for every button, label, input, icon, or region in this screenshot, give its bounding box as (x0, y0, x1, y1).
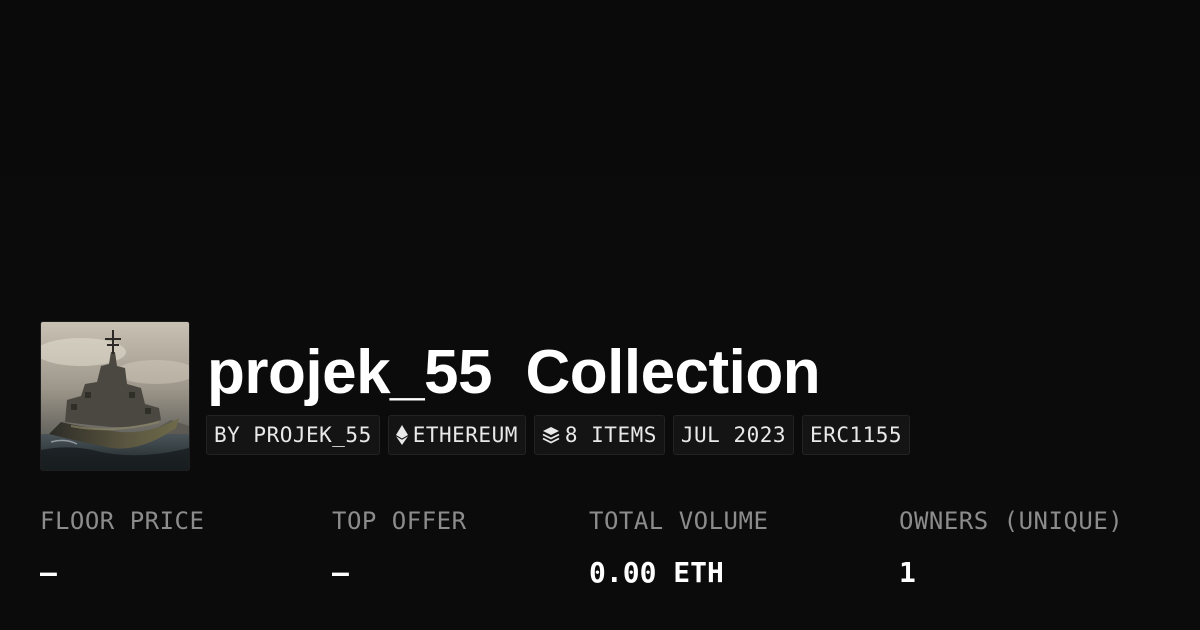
stat-label: FLOOR PRICE (40, 507, 205, 535)
date-label: JUL 2023 (680, 423, 787, 447)
stat-owners-unique: OWNERS (UNIQUE) 1 (899, 503, 1123, 593)
date-chip: JUL 2023 (672, 415, 795, 455)
chain-label: ETHEREUM (412, 423, 518, 447)
stat-label: TOTAL VOLUME (589, 507, 769, 535)
collection-avatar[interactable] (40, 321, 190, 471)
collection-stats: FLOOR PRICE – TOP OFFER – TOTAL VOLUME 0… (0, 503, 1200, 603)
collection-suffix: Collection (525, 338, 821, 407)
items-chip[interactable]: 8 ITEMS (533, 415, 665, 455)
creator-chip[interactable]: BY PROJEK_55 (206, 415, 380, 455)
token-standard-chip: ERC1155 (802, 415, 911, 455)
creator-label: BY PROJEK_55 (214, 423, 372, 447)
stat-value: 1 (899, 556, 916, 589)
stat-total-volume: TOTAL VOLUME 0.00 ETH (589, 503, 768, 593)
collection-name: projek_55 (207, 338, 493, 407)
collection-meta-chips: BY PROJEK_55 ETHEREUM 8 ITEMS JUL 2023 E… (206, 415, 911, 455)
stat-value: – (332, 556, 349, 589)
stat-label: OWNERS (UNIQUE) (899, 507, 1124, 535)
page-title: projek_55 Collection (207, 336, 821, 410)
stat-top-offer: TOP OFFER – (332, 503, 467, 593)
stat-value: – (40, 556, 57, 589)
token-standard-label: ERC1155 (810, 423, 903, 447)
stat-value: 0.00 ETH (589, 556, 724, 589)
collection-banner (0, 0, 1200, 320)
warship-artwork-icon (41, 322, 189, 470)
ethereum-icon (395, 425, 408, 445)
stat-floor-price: FLOOR PRICE – (40, 503, 204, 593)
chain-chip[interactable]: ETHEREUM (387, 415, 526, 455)
items-label: 8 ITEMS (564, 423, 657, 447)
stat-label: TOP OFFER (332, 507, 467, 535)
layers-icon (542, 426, 560, 444)
